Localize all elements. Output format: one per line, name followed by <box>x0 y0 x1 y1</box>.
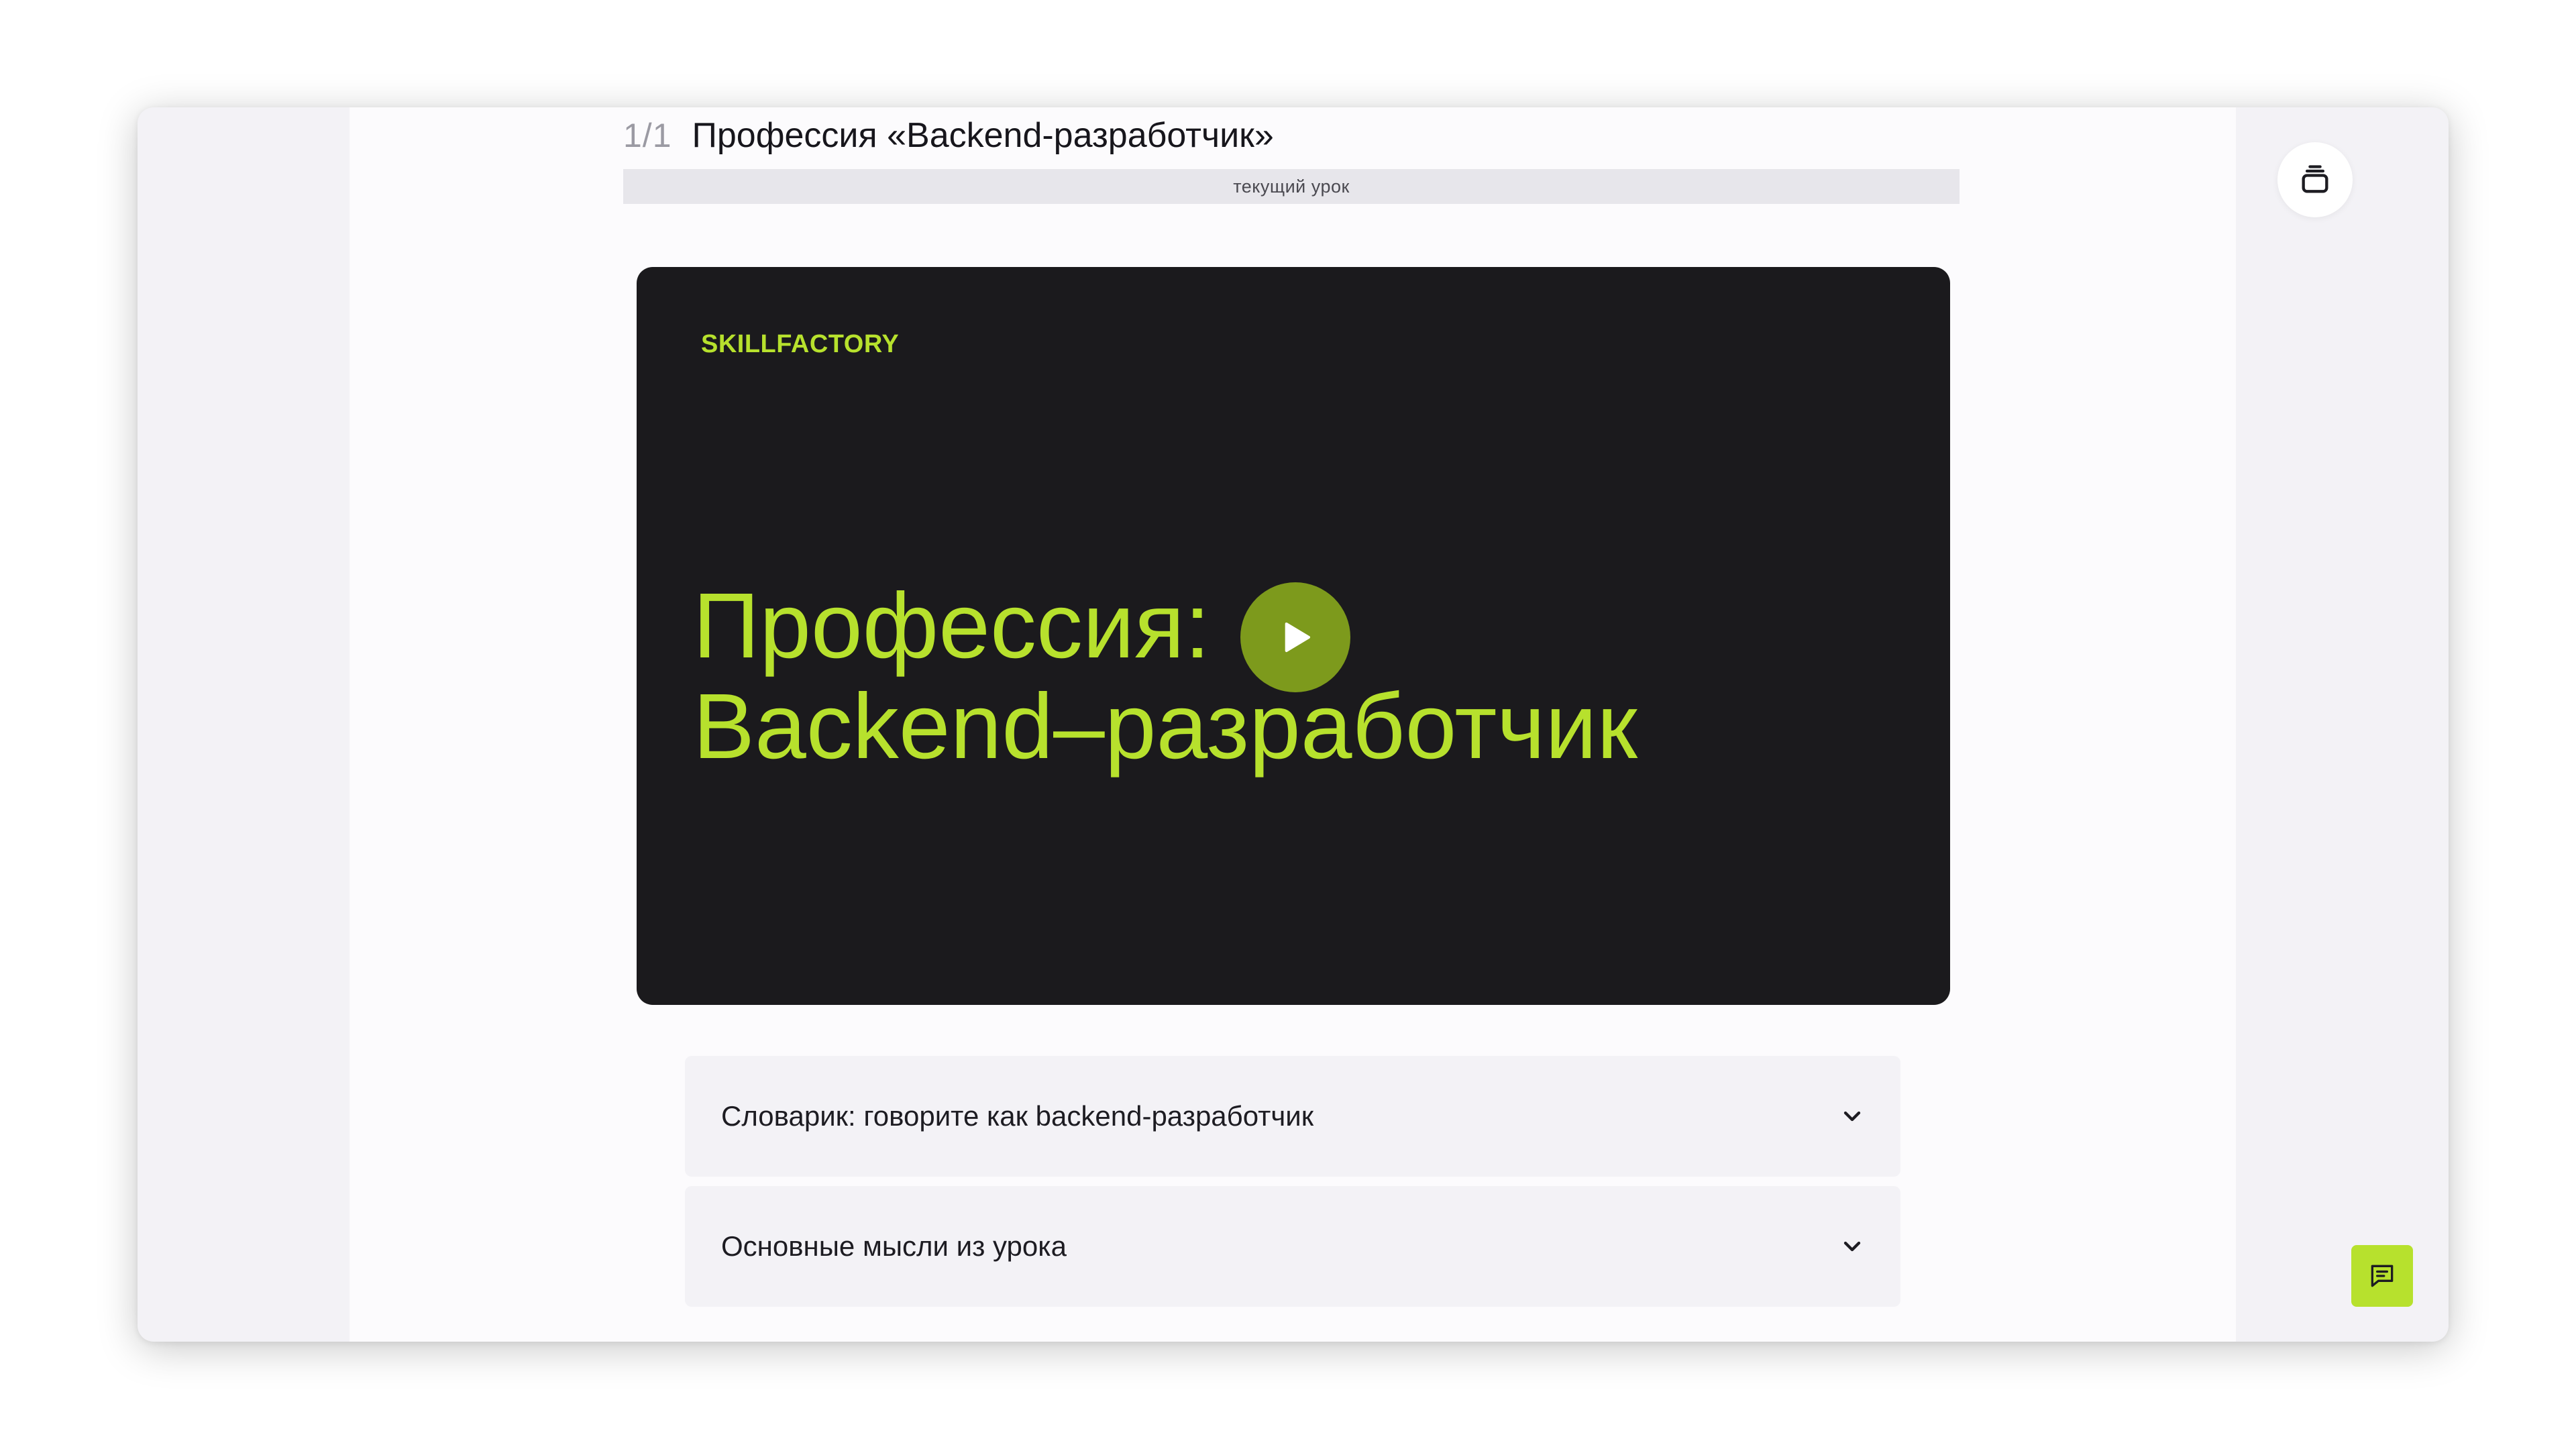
brand-logo: SKILLFACTORY <box>701 330 900 358</box>
lesson-header: 1/1 Профессия «Backend-разработчик» <box>623 110 1274 161</box>
lesson-progress-bar[interactable]: текущий урок <box>623 169 1960 204</box>
video-player[interactable]: SKILLFACTORY Профессия: Backend–разработ… <box>637 267 1950 1005</box>
lesson-content: 1/1 Профессия «Backend-разработчик» теку… <box>350 107 2236 1342</box>
lesson-counter: 1/1 <box>623 117 672 154</box>
stack-icon <box>2302 165 2328 193</box>
app-window: 1/1 Профессия «Backend-разработчик» теку… <box>138 107 2449 1342</box>
video-title-line-2: Backend–разработчик <box>693 675 1638 778</box>
lessons-list-button[interactable] <box>2277 142 2353 217</box>
play-icon <box>1285 623 1310 652</box>
video-title: Профессия: Backend–разработчик <box>693 576 1638 777</box>
chat-icon <box>2371 1265 2394 1287</box>
chevron-down-icon <box>1843 1111 1861 1122</box>
accordion-label: Основные мысли из урока <box>721 1230 1067 1262</box>
video-title-line-1: Профессия: <box>693 574 1211 678</box>
course-title: Профессия «Backend-разработчик» <box>692 116 1274 155</box>
accordion-key-ideas[interactable]: Основные мысли из урока <box>685 1186 1900 1307</box>
chevron-down-icon <box>1843 1241 1861 1252</box>
accordion-glossary[interactable]: Словарик: говорите как backend-разработч… <box>685 1056 1900 1177</box>
play-button[interactable] <box>1240 582 1350 692</box>
chat-button[interactable] <box>2351 1245 2413 1307</box>
progress-label: текущий урок <box>1233 176 1350 197</box>
accordion-label: Словарик: говорите как backend-разработч… <box>721 1100 1314 1132</box>
